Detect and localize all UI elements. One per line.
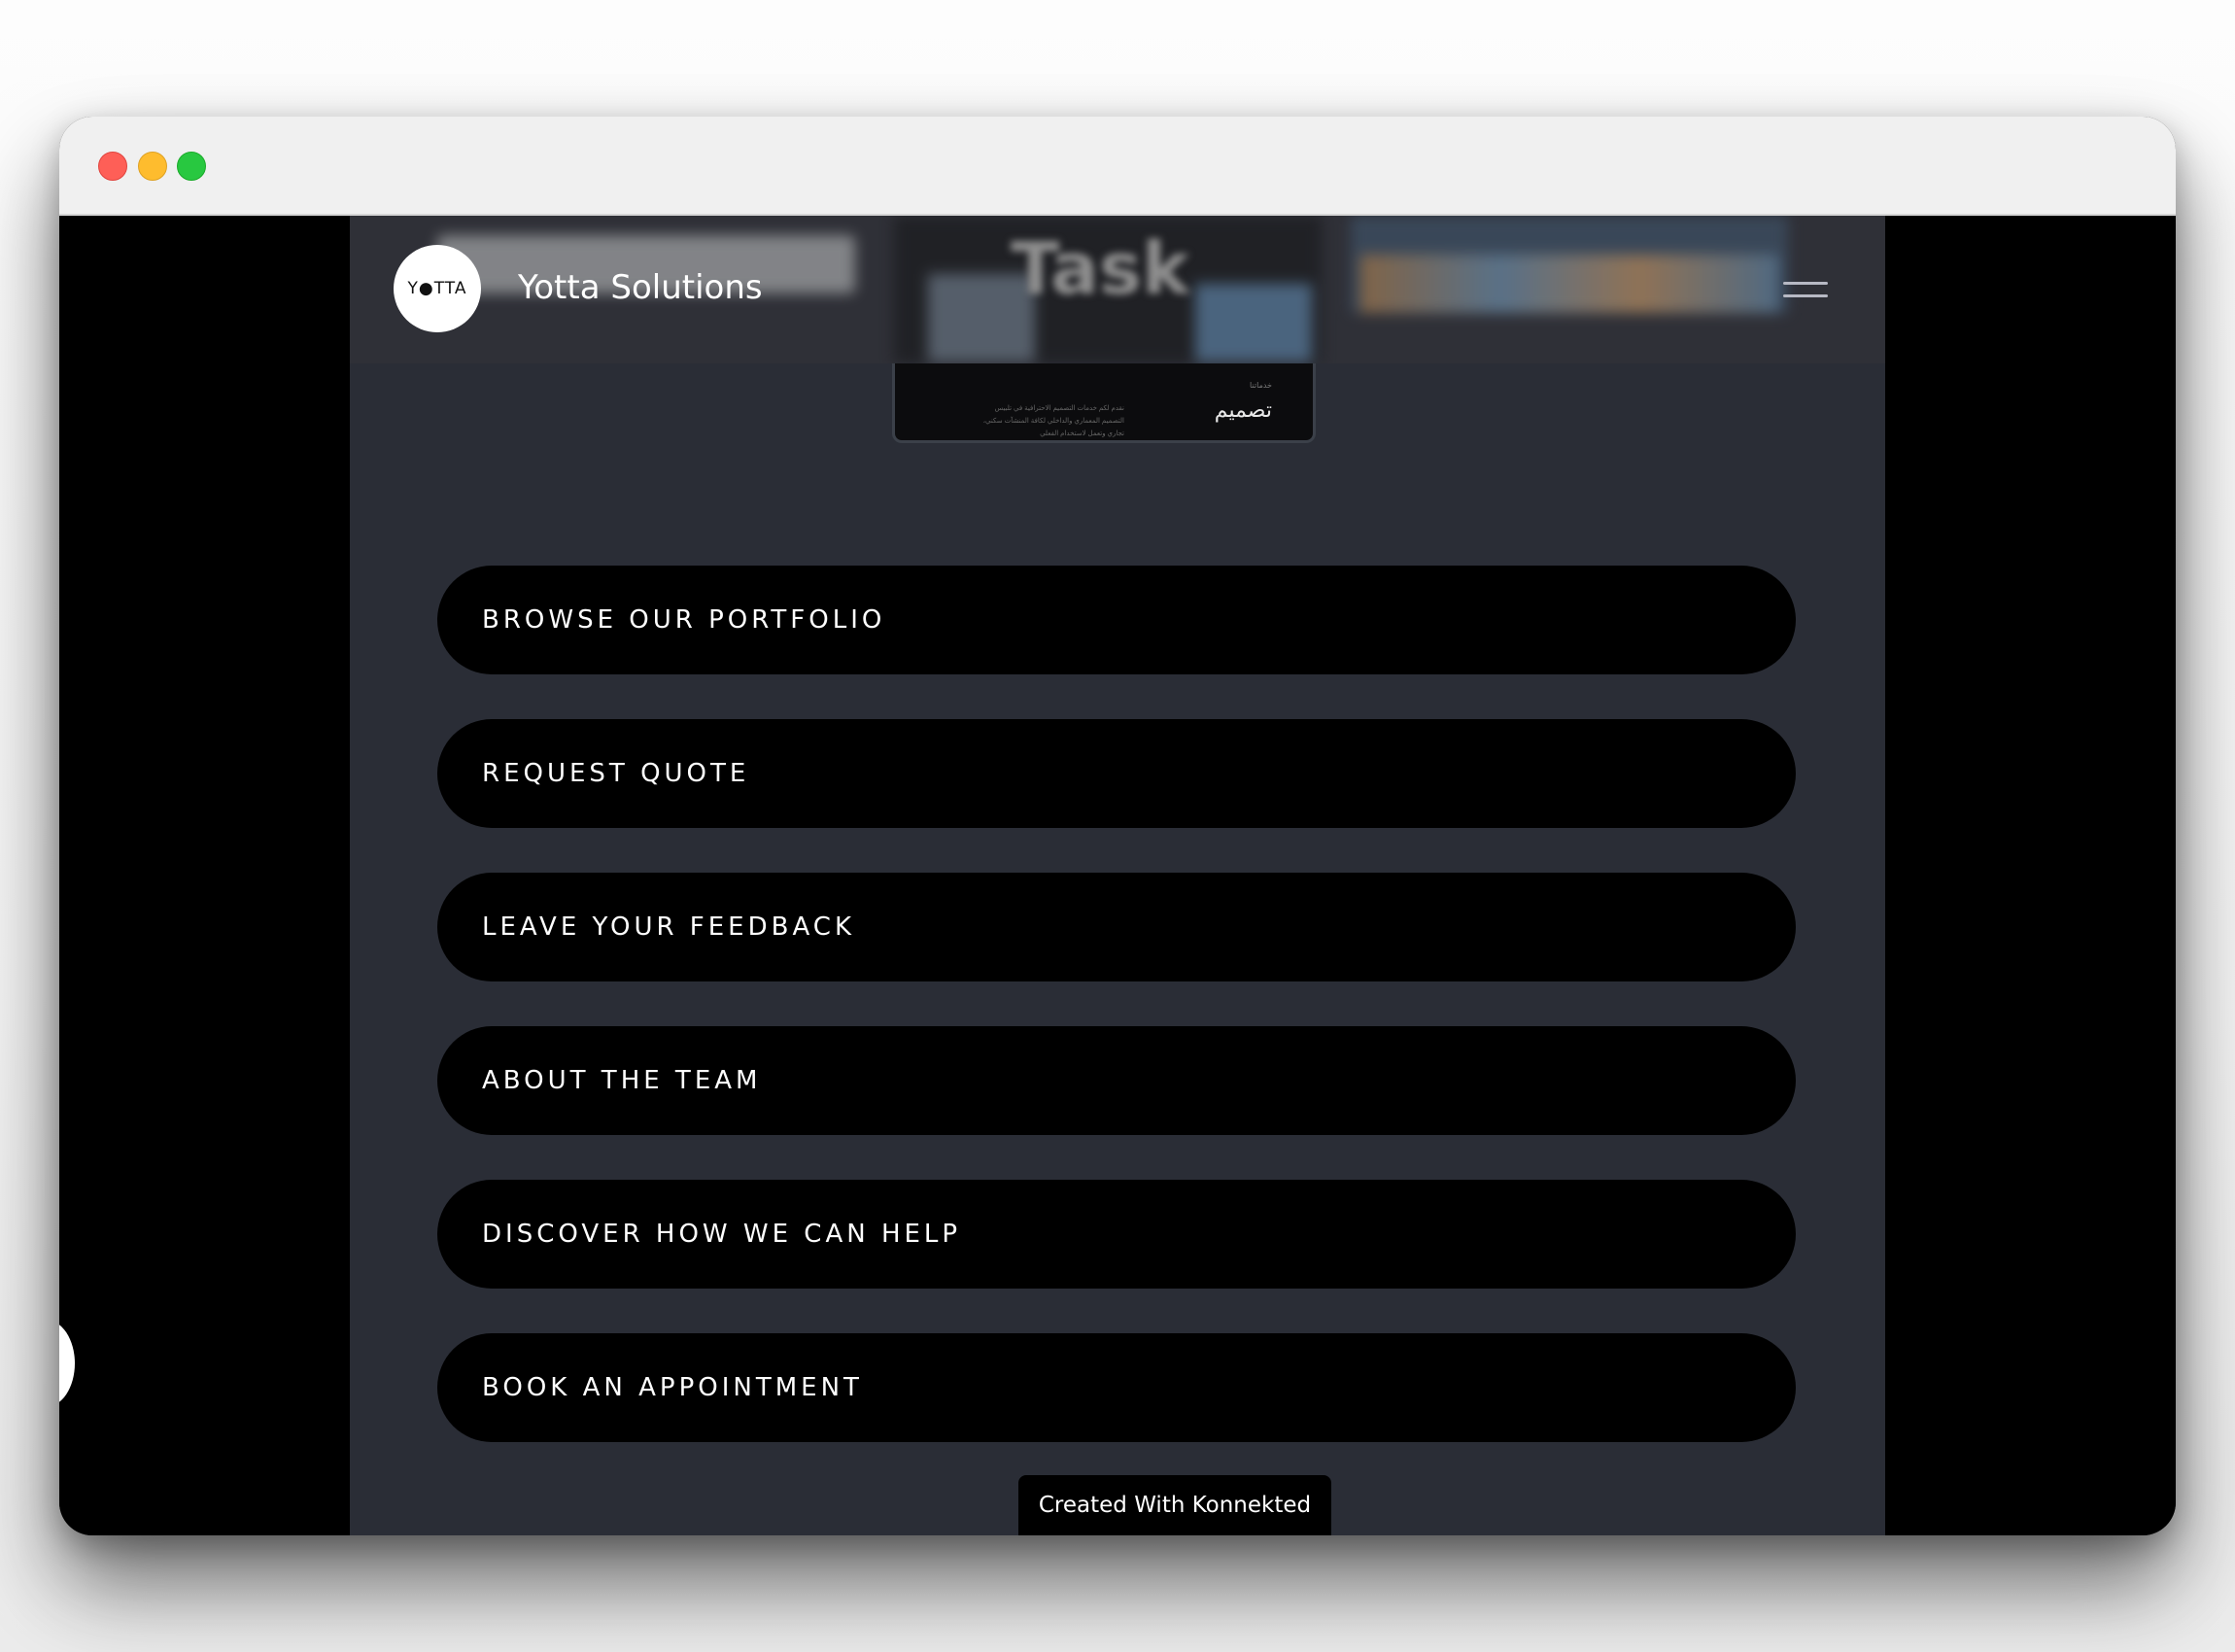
browser-window: Task Y●TTA Yotta Solutions خدماتنا تصميم… — [59, 117, 2176, 1535]
preview-card-title: تصميم — [1214, 398, 1272, 423]
brand-name: Yotta Solutions — [518, 268, 763, 307]
request-quote-button[interactable]: REQUEST QUOTE — [437, 719, 1796, 828]
hamburger-menu-icon[interactable] — [1783, 282, 1828, 305]
created-with-badge[interactable]: Created With Konnekted — [1018, 1475, 1331, 1535]
background-word: Task — [1011, 227, 1190, 311]
browse-portfolio-button[interactable]: BROWSE OUR PORTFOLIO — [437, 566, 1796, 674]
side-widget-handle[interactable] — [59, 1320, 75, 1407]
about-team-button[interactable]: ABOUT THE TEAM — [437, 1026, 1796, 1135]
minimize-window-button[interactable] — [138, 152, 167, 181]
discover-help-button[interactable]: DISCOVER HOW WE CAN HELP — [437, 1180, 1796, 1289]
maximize-window-button[interactable] — [177, 152, 206, 181]
page-header: Task Y●TTA Yotta Solutions — [350, 216, 1885, 363]
preview-card-label: خدماتنا — [1250, 381, 1272, 390]
preview-card[interactable]: خدماتنا تصميم نقدم لكم خدمات التصميم الا… — [892, 363, 1316, 443]
preview-card-description: نقدم لكم خدمات التصميم الاحترافية في تلب… — [982, 405, 1124, 437]
link-list: BROWSE OUR PORTFOLIO REQUEST QUOTE LEAVE… — [437, 566, 1796, 1487]
close-window-button[interactable] — [98, 152, 127, 181]
window-titlebar — [59, 117, 2176, 216]
leave-feedback-button[interactable]: LEAVE YOUR FEEDBACK — [437, 873, 1796, 981]
book-appointment-button[interactable]: BOOK AN APPOINTMENT — [437, 1333, 1796, 1442]
browser-viewport: Task Y●TTA Yotta Solutions خدماتنا تصميم… — [59, 216, 2176, 1535]
link-page: Task Y●TTA Yotta Solutions خدماتنا تصميم… — [350, 216, 1885, 1535]
brand-logo[interactable]: Y●TTA — [394, 245, 481, 332]
